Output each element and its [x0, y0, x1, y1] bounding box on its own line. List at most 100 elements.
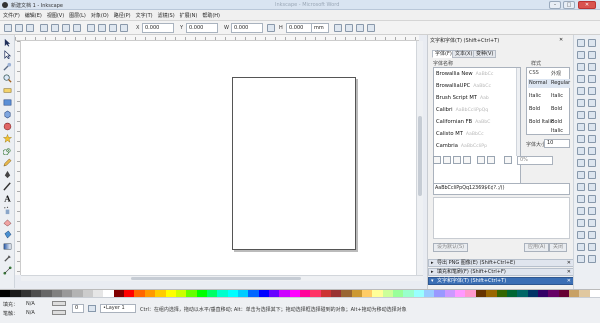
text-edit-area[interactable] — [433, 197, 570, 239]
snap-midpoint-icon[interactable] — [577, 243, 585, 251]
snap-page-icon[interactable] — [577, 219, 585, 227]
zoom-tool-icon[interactable] — [3, 74, 12, 83]
layer-select[interactable]: •Layer 1 — [100, 304, 136, 313]
paste-icon[interactable] — [577, 99, 585, 107]
close-dialog-button[interactable]: 关闭 — [549, 243, 568, 252]
clone-icon[interactable] — [588, 123, 596, 131]
ellipse-tool-icon[interactable] — [3, 122, 12, 131]
snap-nodes-icon[interactable] — [588, 195, 596, 203]
rotate-cw-icon[interactable] — [51, 24, 59, 32]
calligraphy-tool-icon[interactable] — [3, 182, 12, 191]
eraser-tool-icon[interactable] — [3, 218, 12, 227]
font-list-item[interactable]: Brush Script MT Aab — [436, 95, 489, 101]
font-style-list[interactable]: CSS 外观 Normal Regular Italic Italic Bold Bo… — [526, 67, 570, 135]
snap-intersection-icon[interactable] — [588, 231, 596, 239]
dock-bar-text-font[interactable]: ▾ 文字和字体(T) (Shift+Ctrl+T) ✕ — [428, 277, 574, 285]
vertical-scrollbar-thumb[interactable] — [418, 116, 422, 196]
tweak-tool-icon[interactable] — [3, 62, 12, 71]
fill-swatch[interactable] — [52, 301, 66, 306]
horizontal-scrollbar-thumb[interactable] — [131, 277, 301, 280]
menu-extensions[interactable]: 扩展(N) — [180, 12, 198, 19]
move-pattern-icon[interactable] — [367, 24, 375, 32]
style-row[interactable]: Italic Italic — [528, 92, 570, 101]
raise-to-top-icon[interactable] — [87, 24, 95, 32]
raise-icon[interactable] — [98, 24, 106, 32]
duplicate-icon[interactable] — [577, 123, 585, 131]
snap-smooth-icon[interactable] — [588, 243, 596, 251]
align-center-icon[interactable] — [443, 156, 451, 164]
connector-tool-icon[interactable] — [3, 266, 12, 275]
lock-icon[interactable] — [267, 24, 275, 32]
menu-file[interactable]: 文件(F) — [3, 12, 20, 19]
copy-icon[interactable] — [577, 87, 585, 95]
font-list-item[interactable]: BrowalliaUPC AaBbCc — [436, 83, 491, 89]
opacity-field[interactable]: 0 — [72, 304, 84, 313]
text-font-icon[interactable] — [577, 159, 585, 167]
pencil-tool-icon[interactable] — [3, 158, 12, 167]
select-all-icon[interactable] — [4, 24, 12, 32]
measure-tool-icon[interactable] — [3, 86, 12, 95]
zoom-drawing-icon[interactable] — [577, 111, 585, 119]
dock-close-icon[interactable]: ✕ — [567, 260, 571, 266]
move-gradient-icon[interactable] — [356, 24, 364, 32]
unit-select[interactable]: mm — [311, 23, 329, 33]
fill-stroke-icon[interactable] — [588, 147, 596, 155]
tab-variants[interactable]: 变种(V) — [473, 50, 497, 58]
new-document-icon[interactable] — [577, 39, 585, 47]
flip-vertical-icon[interactable] — [73, 24, 81, 32]
color-palette[interactable] — [0, 289, 600, 298]
dock-bar-export-png[interactable]: ▸ 导出 PNG 图像(E) (Shift+Ctrl+E) ✕ — [428, 259, 574, 267]
lower-to-bottom-icon[interactable] — [120, 24, 128, 32]
menu-layer[interactable]: 图层(L) — [69, 12, 86, 19]
width-field[interactable]: 0.000 — [231, 23, 263, 33]
menu-filters[interactable]: 滤镜(S) — [158, 12, 175, 19]
deselect-icon[interactable] — [26, 24, 34, 32]
dock-close-icon[interactable]: ✕ — [567, 278, 571, 284]
spiral-tool-icon[interactable] — [3, 146, 12, 155]
open-icon[interactable] — [588, 39, 596, 47]
align-justify-icon[interactable] — [463, 156, 471, 164]
rectangle-tool-icon[interactable] — [3, 98, 12, 107]
apply-button[interactable]: 应用(A) — [524, 243, 550, 252]
snap-grid-icon[interactable] — [588, 207, 596, 215]
line-spacing-field[interactable]: 0% — [517, 156, 553, 165]
group-icon[interactable] — [588, 135, 596, 143]
align-right-icon[interactable] — [453, 156, 461, 164]
zoom-page-icon[interactable] — [588, 111, 596, 119]
font-list-item[interactable]: Californian FB AaBbC — [436, 119, 490, 125]
style-row[interactable]: Bold Italic Bold Italic — [528, 118, 570, 134]
redo-icon[interactable] — [588, 75, 596, 83]
font-list-scrollbar[interactable] — [516, 68, 520, 156]
import-icon[interactable] — [577, 63, 585, 71]
xml-editor-icon[interactable] — [588, 159, 596, 167]
select-all-layers-icon[interactable] — [15, 24, 23, 32]
snap-guide-icon[interactable] — [577, 207, 585, 215]
ungroup-icon[interactable] — [577, 147, 585, 155]
set-default-button[interactable]: 设为默认(S) — [433, 243, 469, 252]
x-field[interactable]: 0.000 — [142, 23, 174, 33]
font-list-item[interactable]: Calisto MT AaBbCc — [436, 131, 484, 137]
snap-toggle-icon[interactable] — [588, 183, 596, 191]
vertical-text-icon[interactable] — [487, 156, 495, 164]
export-icon[interactable] — [588, 63, 596, 71]
3dbox-tool-icon[interactable] — [3, 110, 12, 119]
font-family-list[interactable]: Browallia New AaBbCc BrowalliaUPC AaBbCc B… — [433, 67, 521, 185]
horizontal-text-icon[interactable] — [477, 156, 485, 164]
menu-help[interactable]: 帮助(H) — [202, 12, 220, 19]
snap-text-icon[interactable] — [588, 255, 596, 263]
style-row[interactable]: Bold Bold — [528, 105, 570, 114]
maximize-button[interactable]: □ — [563, 1, 575, 9]
document-properties-icon[interactable] — [577, 183, 585, 191]
flip-horizontal-icon[interactable] — [62, 24, 70, 32]
eye-icon[interactable] — [88, 305, 96, 312]
rotate-ccw-icon[interactable] — [40, 24, 48, 32]
menu-view[interactable]: 视图(V) — [47, 12, 64, 19]
dock-bar-fill-stroke[interactable]: ▸ 填充和笔刷(F) (Shift+Ctrl+F) ✕ — [428, 268, 574, 276]
scale-corners-icon[interactable] — [345, 24, 353, 32]
font-size-field[interactable]: 10 — [544, 139, 570, 148]
zoom-fit-icon[interactable] — [588, 99, 596, 107]
gradient-tool-icon[interactable] — [3, 242, 12, 251]
font-list-item[interactable]: Calibri AaBbCcIiPpQq — [436, 107, 488, 113]
star-tool-icon[interactable] — [3, 134, 12, 143]
node-tool-icon[interactable] — [3, 50, 12, 59]
